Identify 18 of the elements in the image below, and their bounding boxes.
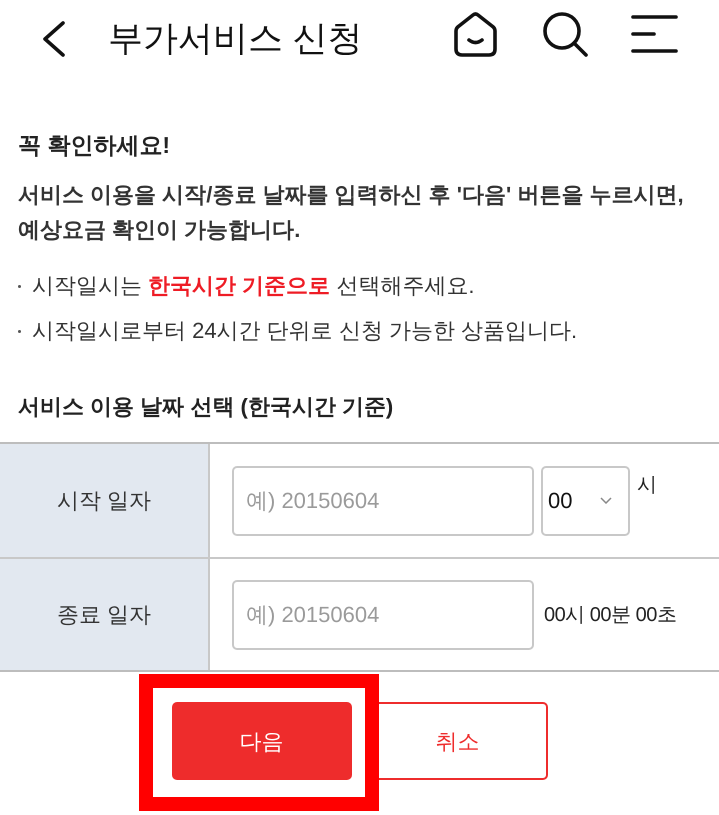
- page-title: 부가서비스 신청: [108, 18, 363, 60]
- notice-bullet: 시작일시는 한국시간 기준으로 선택해주세요.: [32, 272, 474, 300]
- table-header-cell: 시작 일자: [0, 444, 210, 557]
- table-header-cell: 종료 일자: [0, 559, 210, 670]
- hour-select[interactable]: 00: [541, 466, 630, 536]
- end-time-text: 00시 00분 00초: [544, 602, 676, 628]
- menu-icon[interactable]: [631, 15, 678, 53]
- search-icon[interactable]: [541, 10, 589, 58]
- hour-unit-label: 시: [637, 473, 657, 498]
- date-input[interactable]: 예) 20150604: [232, 466, 534, 536]
- date-input[interactable]: 예) 20150604: [232, 580, 534, 650]
- notice-text: 서비스 이용을 시작/종료 날짜를 입력하신 후 '다음' 버튼을 누르시면, 예상요금 확인이 가능합니다.: [18, 181, 685, 244]
- home-icon[interactable]: [452, 11, 499, 57]
- section-title: 서비스 이용 날짜 선택 (한국시간 기준): [18, 393, 394, 421]
- chevron-down-icon: [600, 497, 612, 504]
- notice-bullet: 시작일시로부터 24시간 단위로 신청 가능한 상품입니다.: [32, 317, 578, 345]
- notice-heading: 꼭 확인하세요!: [18, 131, 172, 160]
- next-button[interactable]: 다음: [172, 702, 352, 780]
